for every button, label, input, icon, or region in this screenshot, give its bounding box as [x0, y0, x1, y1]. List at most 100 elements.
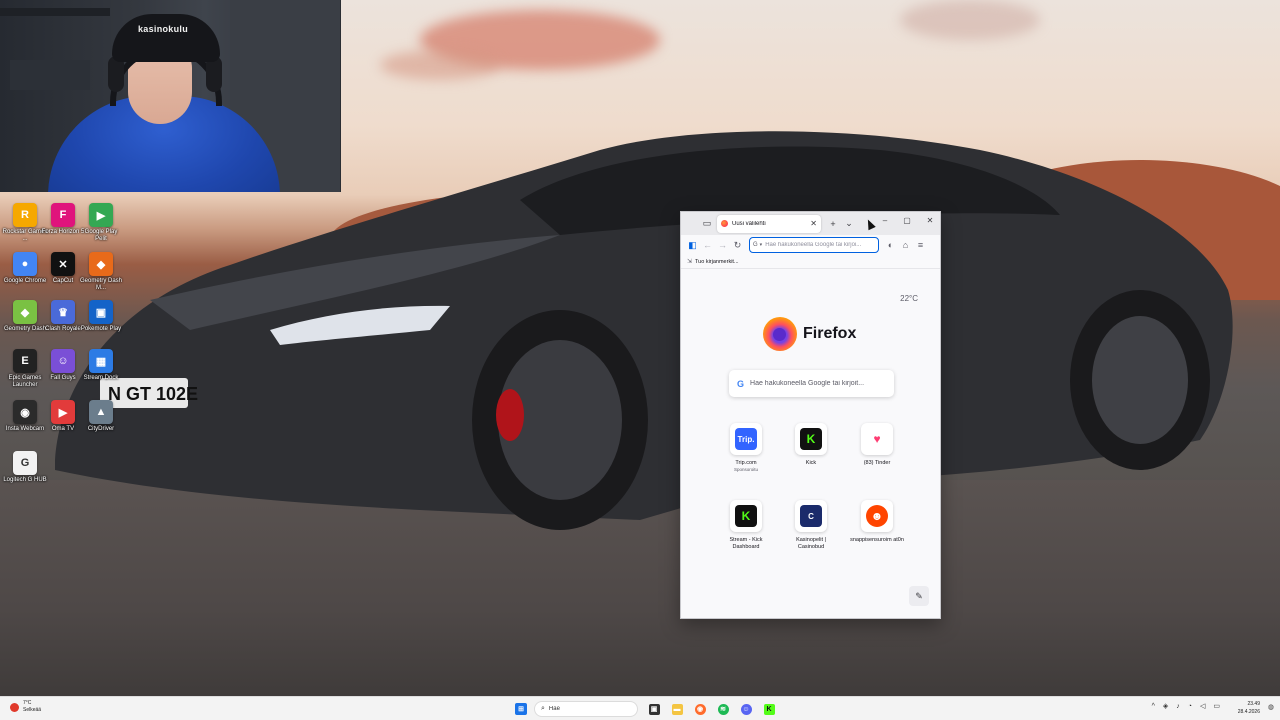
desktop-icon[interactable]: ▶ Google Play Pelit: [82, 203, 120, 243]
tray-app-icon[interactable]: ◈: [1163, 702, 1168, 710]
back-arrow-icon[interactable]: ←: [700, 238, 715, 253]
desktop-icon[interactable]: ● Google Chrome: [4, 252, 46, 285]
sidebar-icon[interactable]: ◧: [685, 238, 700, 253]
volume-icon[interactable]: ◁: [1200, 702, 1205, 710]
import-bookmarks-icon: ⇲: [687, 259, 693, 265]
desktop-app-icon: ▦: [89, 349, 113, 373]
top-site-tile[interactable]: K Stream - Kick Dashboard: [718, 500, 774, 551]
weather-widget[interactable]: 22°C: [900, 294, 918, 303]
desktop-icon[interactable]: ◆ Geometry Dash M...: [80, 252, 122, 292]
desktop-icon[interactable]: R Rockstar Games ...: [3, 203, 47, 243]
top-site-name: Trip.com: [735, 460, 757, 466]
battery-icon[interactable]: ▭: [1213, 702, 1220, 710]
top-site-tile[interactable]: K Kick: [783, 423, 839, 467]
microphone-icon[interactable]: ♪: [1176, 703, 1180, 710]
top-site-tile-frame: Trip.: [730, 423, 762, 455]
desktop-icon[interactable]: ✕ CapCut: [44, 252, 82, 285]
top-site-favicon-icon: ♥: [866, 428, 888, 450]
firefox-taskbar-button[interactable]: ◉: [690, 699, 710, 719]
svg-text:N GT 102E: N GT 102E: [108, 384, 198, 404]
bookmarks-toolbar: ⇲ Tuo kirjanmerkit...: [681, 255, 940, 269]
clock-time: 23.49: [1247, 701, 1260, 707]
kick-icon: K: [763, 703, 775, 715]
firefox-window[interactable]: ▭ Uusi välilehti ✕ + ⌄ – ▢ ✕ ◧ ← → ↻ G ▾…: [680, 211, 941, 619]
spotify-button[interactable]: ≋: [713, 699, 733, 719]
taskbar: 7°C Selkeää ⊞ ⌕ ▣ ▬ ◉ ≋ ☺ K ^ ◈ ♪ ◔ ◁ ▭ …: [0, 696, 1280, 720]
top-site-favicon-icon: K: [800, 428, 822, 450]
extensions-icon[interactable]: ⌂: [898, 238, 913, 253]
taskbar-weather-widget[interactable]: 7°C Selkeää: [10, 700, 41, 714]
desktop-icon-label: Stream Dock: [83, 375, 119, 381]
desktop-icon[interactable]: ☺ Fall Guys: [44, 349, 82, 382]
newtab-search-box[interactable]: G: [729, 370, 894, 397]
top-site-tile[interactable]: ☻ snappisensuroim at0n: [849, 500, 905, 544]
address-bar[interactable]: G ▾: [749, 237, 879, 253]
search-engine-google-icon[interactable]: G: [753, 242, 758, 248]
weather-icon: [10, 702, 19, 712]
start-button[interactable]: ⊞: [511, 699, 531, 719]
taskbar-search-input[interactable]: [548, 706, 629, 712]
reload-icon[interactable]: ↻: [730, 238, 745, 253]
top-site-name: (83) Tinder: [863, 460, 891, 466]
desktop-icon[interactable]: ▦ Stream Dock: [82, 349, 120, 382]
tray-chevron-up-icon[interactable]: ^: [1152, 703, 1155, 710]
tab-close-icon[interactable]: ✕: [810, 219, 817, 228]
desktop-icon[interactable]: ▣ Pokemote Play: [81, 300, 121, 333]
desktop-app-icon: ◉: [13, 400, 37, 424]
top-site-name: snappisensuroim at0n: [850, 537, 904, 543]
edit-pencil-icon[interactable]: ✎: [909, 586, 929, 606]
desktop-app-icon: ●: [13, 252, 37, 276]
chevron-down-icon[interactable]: ▾: [760, 242, 763, 248]
top-site-tile[interactable]: Trip. Trip.com Sponsoroitu: [718, 423, 774, 472]
top-site-name: Kick: [805, 460, 817, 466]
desktop-icon[interactable]: E Epic Games Launcher: [6, 349, 44, 389]
firefox-branding: Firefox: [763, 317, 856, 351]
shelf: [10, 60, 90, 90]
list-tabs-chevron-icon[interactable]: ⌄: [841, 216, 857, 232]
wifi-icon[interactable]: ◔: [1188, 703, 1192, 710]
top-site-tile-frame: ☻: [861, 500, 893, 532]
newtab-search-input[interactable]: [750, 380, 886, 387]
desktop-icon-label: Google Play Pelit: [84, 229, 118, 242]
top-site-favicon-icon: ☻: [866, 505, 888, 527]
desktop-icon[interactable]: ▶ Oma TV: [44, 400, 82, 433]
task-view-button[interactable]: ▣: [644, 699, 664, 719]
address-input[interactable]: [765, 242, 866, 248]
import-bookmarks-link[interactable]: Tuo kirjanmerkit...: [695, 259, 739, 265]
taskbar-clock[interactable]: 23.49 28.4.2026: [1238, 700, 1260, 716]
spotify-icon: ≋: [717, 703, 729, 715]
desktop-icon[interactable]: G Logitech G HUB: [3, 451, 47, 484]
top-site-tile[interactable]: ♥ (83) Tinder: [849, 423, 905, 467]
weather-condition: Selkeää: [23, 707, 42, 713]
cap-text: kasinokulu: [138, 24, 189, 34]
desktop-app-icon: R: [13, 203, 37, 227]
desktop-app-icon: ▶: [89, 203, 113, 227]
discord-button[interactable]: ☺: [736, 699, 756, 719]
desktop-app-icon: ▣: [89, 300, 113, 324]
forward-arrow-icon[interactable]: →: [715, 238, 730, 253]
file-explorer-button[interactable]: ▬: [667, 699, 687, 719]
close-window-icon[interactable]: ✕: [922, 216, 938, 225]
top-site-tile[interactable]: C Kasinopelit | Casinobud: [783, 500, 839, 551]
desktop-icon[interactable]: ♛ Clash Royale: [44, 300, 82, 333]
new-tab-plus-icon[interactable]: +: [825, 216, 841, 232]
desktop-icon[interactable]: ◆ Geometry Dash: [4, 300, 46, 333]
windows-logo-icon: ⊞: [515, 703, 527, 715]
tab-overview-icon[interactable]: ▭: [699, 216, 715, 232]
minimize-icon[interactable]: –: [877, 216, 893, 225]
top-site-favicon-icon: C: [800, 505, 822, 527]
desktop-icon[interactable]: F Forza Horizon 5: [42, 203, 84, 236]
shield-icon[interactable]: ◐: [883, 238, 898, 253]
tab-new-tab[interactable]: Uusi välilehti ✕: [717, 214, 821, 233]
notification-bell-icon[interactable]: ◍: [1268, 703, 1274, 711]
desktop-app-icon: ☺: [51, 349, 75, 373]
menu-hamburger-icon[interactable]: ≡: [913, 238, 928, 253]
desktop-icon[interactable]: ◉ Insta Webcam: [6, 400, 44, 433]
desktop-icon-label: Pokemote Play: [80, 326, 122, 332]
maximize-icon[interactable]: ▢: [899, 216, 915, 225]
top-site-name: Kasinopelit | Casinobud: [796, 537, 826, 550]
kick-button[interactable]: K: [759, 699, 779, 719]
discord-icon: ☺: [740, 703, 752, 715]
desktop-icon[interactable]: ▲ CityDriver: [82, 400, 120, 433]
taskbar-search[interactable]: ⌕: [534, 701, 638, 717]
